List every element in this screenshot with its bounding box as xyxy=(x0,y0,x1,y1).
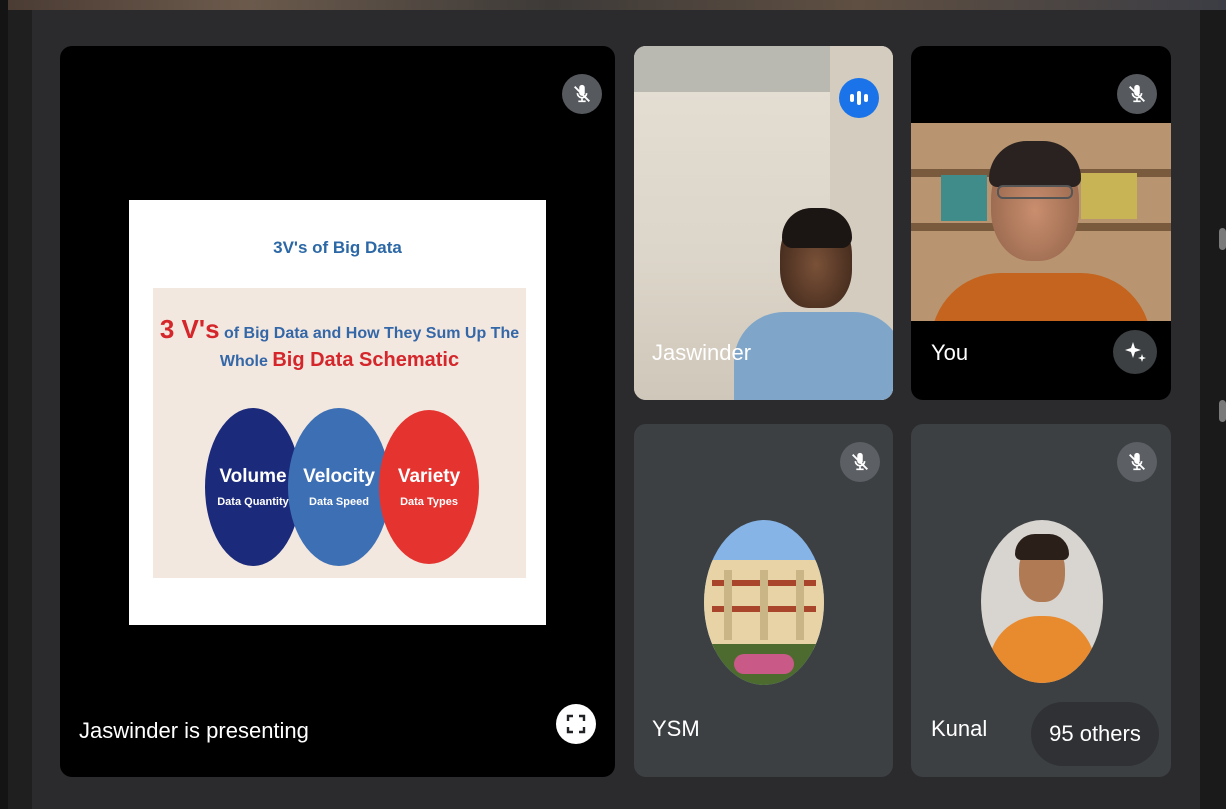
velocity-circle: Velocity Data Speed xyxy=(288,408,390,566)
shared-slide: 3V's of Big Data 3 V's of Big Data and H… xyxy=(129,200,546,625)
participant-name: YSM xyxy=(652,716,700,741)
side-tab[interactable] xyxy=(1219,228,1226,250)
participant-tile-ysm[interactable]: YSM xyxy=(634,424,893,777)
fullscreen-icon xyxy=(566,714,586,734)
participant-name: You xyxy=(931,340,969,365)
headline-big: 3 V's xyxy=(159,314,220,344)
slide-title: 3V's of Big Data xyxy=(273,238,402,257)
headline-red: Big Data Schematic xyxy=(272,349,460,372)
self-video-feed xyxy=(911,123,1171,321)
mic-off-icon xyxy=(1117,442,1157,482)
avatar xyxy=(704,520,824,685)
slide-graphic: 3 V's of Big Data and How They Sum Up Th… xyxy=(153,288,526,578)
speaking-indicator-icon xyxy=(839,78,879,118)
circle-label: Variety xyxy=(397,466,461,487)
participant-tile-jaswinder[interactable]: Jaswinder xyxy=(634,46,893,400)
mic-off-icon xyxy=(1117,74,1157,114)
circle-sublabel: Data Quantity xyxy=(217,496,289,508)
volume-circle: Volume Data Quantity xyxy=(205,408,301,566)
mic-off-icon xyxy=(562,74,602,114)
right-edge xyxy=(1200,10,1226,809)
headline-rest-1: of Big Data and How They Sum Up The xyxy=(219,325,520,342)
participant-tile-you[interactable]: You xyxy=(911,46,1171,400)
others-count-button[interactable]: 95 others xyxy=(1031,702,1159,766)
presenting-label: Jaswinder is presenting xyxy=(79,718,309,743)
side-tab[interactable] xyxy=(1219,400,1226,422)
participant-tile-kunal[interactable]: Kunal 95 others xyxy=(911,424,1171,777)
sparkle-icon xyxy=(1125,342,1146,362)
variety-circle: Variety Data Types xyxy=(379,410,479,564)
participant-video-person xyxy=(734,312,893,400)
circle-sublabel: Data Speed xyxy=(309,496,369,508)
visual-effects-button[interactable] xyxy=(1113,330,1157,374)
participant-name: Jaswinder xyxy=(652,340,752,365)
mic-off-icon xyxy=(840,442,880,482)
slide-headline: 3 V's of Big Data and How They Sum Up Th… xyxy=(153,312,526,374)
participant-name: Kunal xyxy=(931,716,988,741)
avatar xyxy=(981,520,1103,683)
circle-label: Volume xyxy=(219,466,287,487)
headline-rest-2: Whole xyxy=(219,353,273,371)
top-video-strip xyxy=(0,0,1226,10)
fullscreen-button[interactable] xyxy=(556,704,596,744)
circle-sublabel: Data Types xyxy=(400,496,458,508)
left-edge xyxy=(0,0,8,809)
circle-label: Velocity xyxy=(303,466,375,487)
presentation-tile[interactable]: 3V's of Big Data 3 V's of Big Data and H… xyxy=(60,46,615,777)
